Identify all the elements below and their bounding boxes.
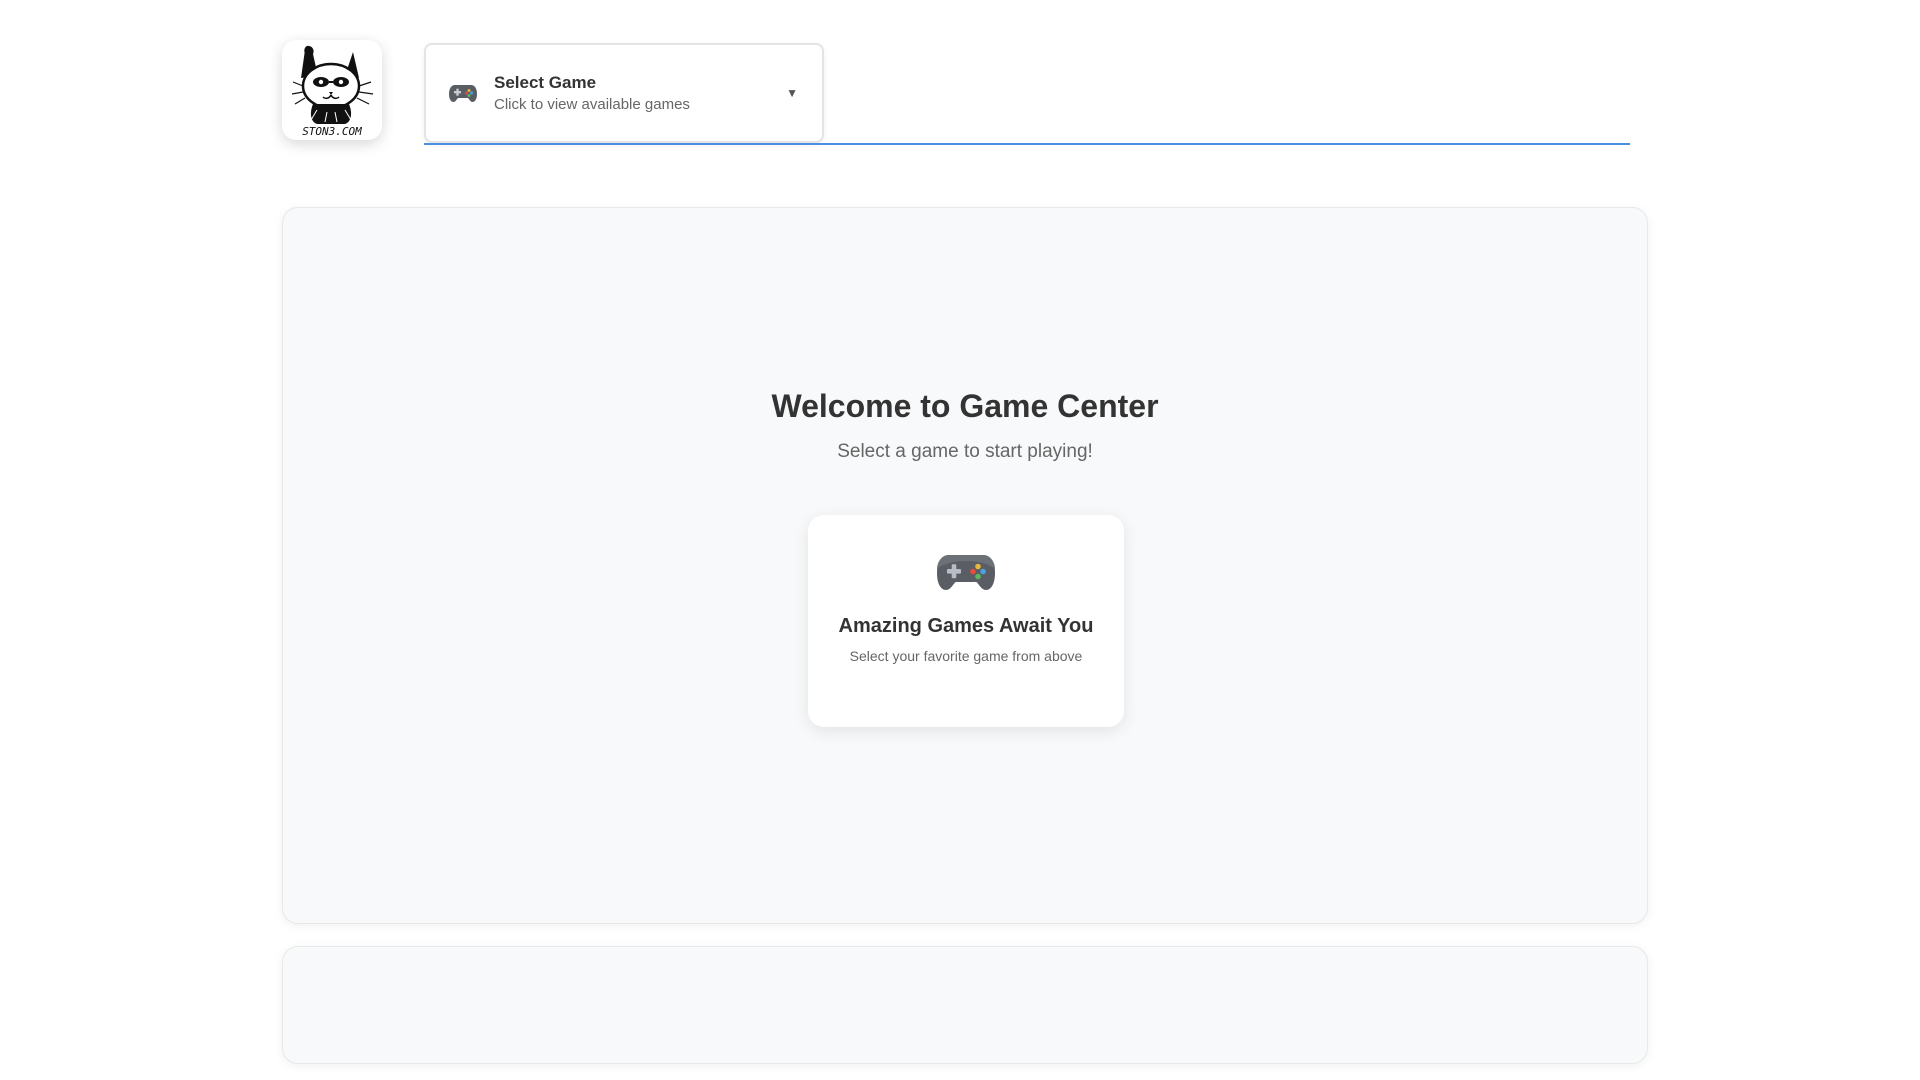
site-logo[interactable]: STON3.COM	[282, 40, 382, 140]
bottom-panel	[282, 946, 1648, 1064]
page-subtitle: Select a game to start playing!	[837, 441, 1093, 462]
caret-down-icon[interactable]: ▼	[786, 86, 798, 100]
page-title: Welcome to Game Center	[771, 388, 1159, 424]
promo-card-subtitle: Select your favorite game from above	[849, 648, 1083, 664]
game-select-text: Select Game Click to view available game…	[494, 72, 786, 115]
header-divider	[424, 143, 1630, 145]
gamepad-icon	[937, 555, 995, 590]
cat-logo-icon: STON3.COM	[291, 45, 374, 138]
logo-text: STON3.COM	[302, 125, 362, 138]
page: STON3.COM Select Game Click to view avai…	[0, 0, 1920, 1080]
promo-card: Amazing Games Await You Select your favo…	[808, 515, 1124, 727]
game-select-dropdown[interactable]: Select Game Click to view available game…	[424, 43, 824, 143]
promo-card-title: Amazing Games Await You	[838, 615, 1094, 637]
game-select-title: Select Game	[494, 72, 597, 92]
main-panel: Welcome to Game Center Select a game to …	[282, 207, 1648, 924]
game-select-subtitle: Click to view available games	[494, 95, 690, 113]
gamepad-icon	[449, 85, 477, 102]
